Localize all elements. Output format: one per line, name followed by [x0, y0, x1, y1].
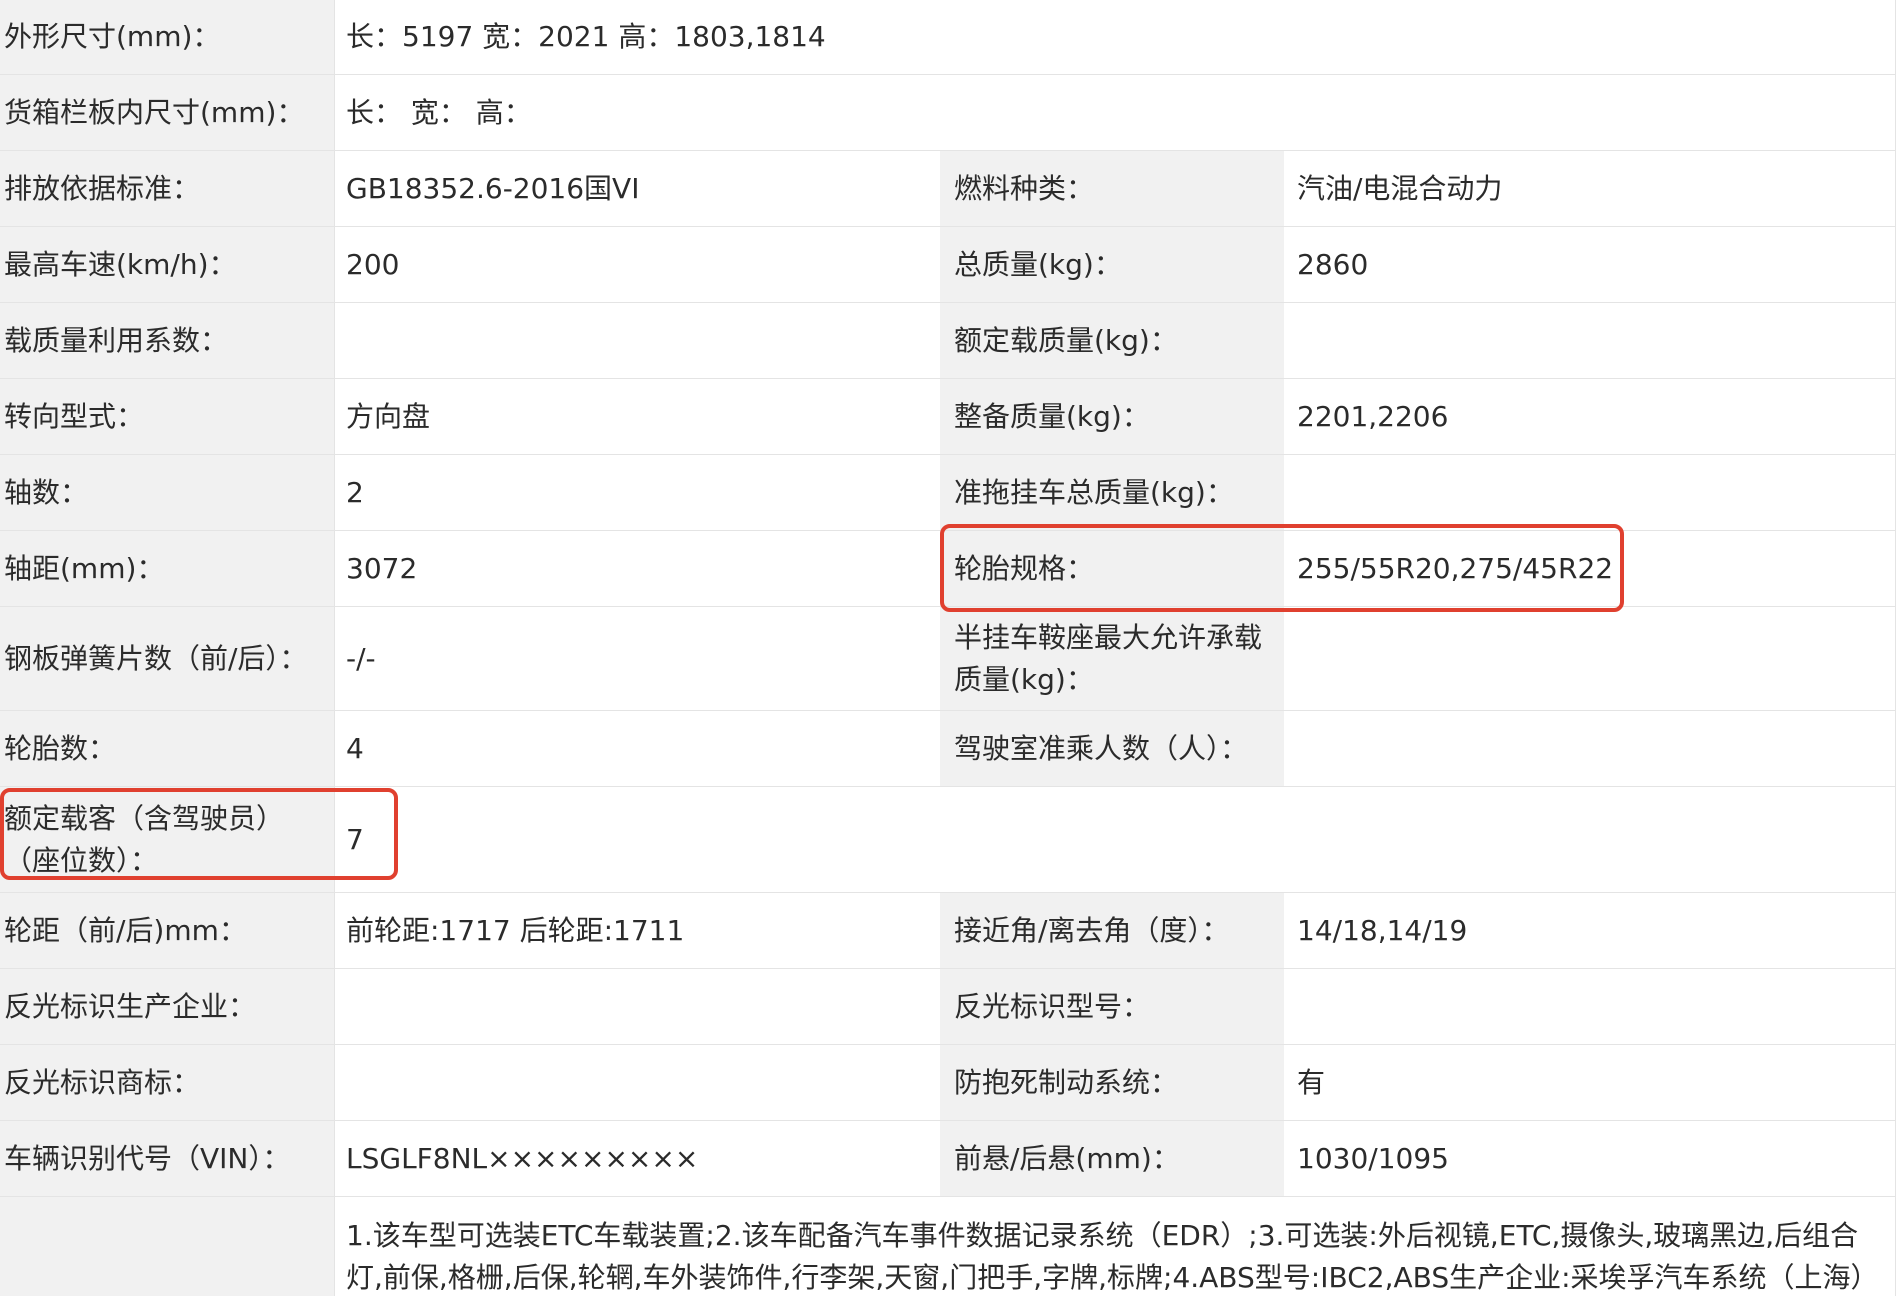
spec-value: 方向盘: [334, 379, 940, 454]
spec-label: 轮胎规格：: [940, 531, 1284, 606]
spec-value: [334, 1045, 940, 1120]
table-row: 额定载客（含驾驶员）（座位数）： 7: [0, 786, 1896, 892]
spec-label: 轴距(mm)：: [0, 531, 334, 606]
spec-value: [1284, 969, 1896, 1044]
spec-value: GB18352.6-2016国VI: [334, 151, 940, 226]
table-row: 轴距(mm)： 3072 轮胎规格： 255/55R20,275/45R22: [0, 530, 1896, 606]
spec-label: 转向型式：: [0, 379, 334, 454]
spec-label: 轮胎数：: [0, 711, 334, 786]
table-row: 货箱栏板内尺寸(mm)： 长： 宽： 高：: [0, 74, 1896, 150]
spec-label: 额定载客（含驾驶员）（座位数）：: [0, 787, 334, 892]
spec-value: 长：5197 宽：2021 高：1803,1814: [334, 0, 1896, 74]
spec-value: 3072: [334, 531, 940, 606]
spec-value: 2: [334, 455, 940, 530]
table-row: 轮胎数： 4 驾驶室准乘人数（人）：: [0, 710, 1896, 786]
spec-value: [1284, 711, 1896, 786]
spec-value: 7: [334, 787, 1896, 892]
spec-value: [1284, 607, 1896, 710]
table-row: 排放依据标准： GB18352.6-2016国VI 燃料种类： 汽油/电混合动力: [0, 150, 1896, 226]
spec-label: [0, 1197, 334, 1296]
spec-label: 整备质量(kg)：: [940, 379, 1284, 454]
spec-label: 半挂车鞍座最大允许承载质量(kg)：: [940, 607, 1284, 710]
table-row: 载质量利用系数： 额定载质量(kg)：: [0, 302, 1896, 378]
spec-value: 14/18,14/19: [1284, 893, 1896, 968]
spec-label: 前悬/后悬(mm)：: [940, 1121, 1284, 1196]
table-row: 1.该车型可选装ETC车载装置;2.该车配备汽车事件数据记录系统（EDR）;3.…: [0, 1196, 1896, 1296]
spec-label: 驾驶室准乘人数（人）：: [940, 711, 1284, 786]
spec-value: [1284, 303, 1896, 378]
spec-label: 反光标识型号：: [940, 969, 1284, 1044]
table-row: 反光标识生产企业： 反光标识型号：: [0, 968, 1896, 1044]
spec-label: 车辆识别代号（VIN）：: [0, 1121, 334, 1196]
spec-value: 200: [334, 227, 940, 302]
spec-label: 接近角/离去角（度）：: [940, 893, 1284, 968]
spec-label: 载质量利用系数：: [0, 303, 334, 378]
spec-label: 防抱死制动系统：: [940, 1045, 1284, 1120]
spec-value: 2860: [1284, 227, 1896, 302]
spec-label: 轴数：: [0, 455, 334, 530]
spec-label: 外形尺寸(mm)：: [0, 0, 334, 74]
spec-value: [334, 969, 940, 1044]
spec-value: [334, 303, 940, 378]
table-row: 外形尺寸(mm)： 长：5197 宽：2021 高：1803,1814: [0, 0, 1896, 74]
spec-label: 最高车速(km/h)：: [0, 227, 334, 302]
spec-value: 汽油/电混合动力: [1284, 151, 1896, 226]
table-row: 轴数： 2 准拖挂车总质量(kg)：: [0, 454, 1896, 530]
column-divider: [334, 0, 335, 1296]
spec-label: 额定载质量(kg)：: [940, 303, 1284, 378]
table-row: 钢板弹簧片数（前/后）： -/- 半挂车鞍座最大允许承载质量(kg)：: [0, 606, 1896, 710]
table-row: 反光标识商标： 防抱死制动系统： 有: [0, 1044, 1896, 1120]
table-row: 轮距（前/后)mm： 前轮距:1717 后轮距:1711 接近角/离去角（度）：…: [0, 892, 1896, 968]
spec-notes: 1.该车型可选装ETC车载装置;2.该车配备汽车事件数据记录系统（EDR）;3.…: [334, 1197, 1896, 1296]
spec-label: 反光标识生产企业：: [0, 969, 334, 1044]
spec-label: 轮距（前/后)mm：: [0, 893, 334, 968]
spec-value: [1284, 455, 1896, 530]
spec-label: 排放依据标准：: [0, 151, 334, 226]
spec-value: 2201,2206: [1284, 379, 1896, 454]
table-row: 转向型式： 方向盘 整备质量(kg)： 2201,2206: [0, 378, 1896, 454]
spec-label: 燃料种类：: [940, 151, 1284, 226]
spec-value: -/-: [334, 607, 940, 710]
spec-value: LSGLF8NL×××××××××: [334, 1121, 940, 1196]
spec-label: 反光标识商标：: [0, 1045, 334, 1120]
spec-label: 准拖挂车总质量(kg)：: [940, 455, 1284, 530]
spec-value: 4: [334, 711, 940, 786]
spec-label: 钢板弹簧片数（前/后）：: [0, 607, 334, 710]
spec-label: 货箱栏板内尺寸(mm)：: [0, 75, 334, 150]
spec-value: 1030/1095: [1284, 1121, 1896, 1196]
spec-value: 有: [1284, 1045, 1896, 1120]
table-row: 车辆识别代号（VIN）： LSGLF8NL××××××××× 前悬/后悬(mm)…: [0, 1120, 1896, 1196]
spec-value: 255/55R20,275/45R22: [1284, 531, 1896, 606]
spec-value: 长： 宽： 高：: [334, 75, 1896, 150]
table-row: 最高车速(km/h)： 200 总质量(kg)： 2860: [0, 226, 1896, 302]
spec-value: 前轮距:1717 后轮距:1711: [334, 893, 940, 968]
spec-label: 总质量(kg)：: [940, 227, 1284, 302]
